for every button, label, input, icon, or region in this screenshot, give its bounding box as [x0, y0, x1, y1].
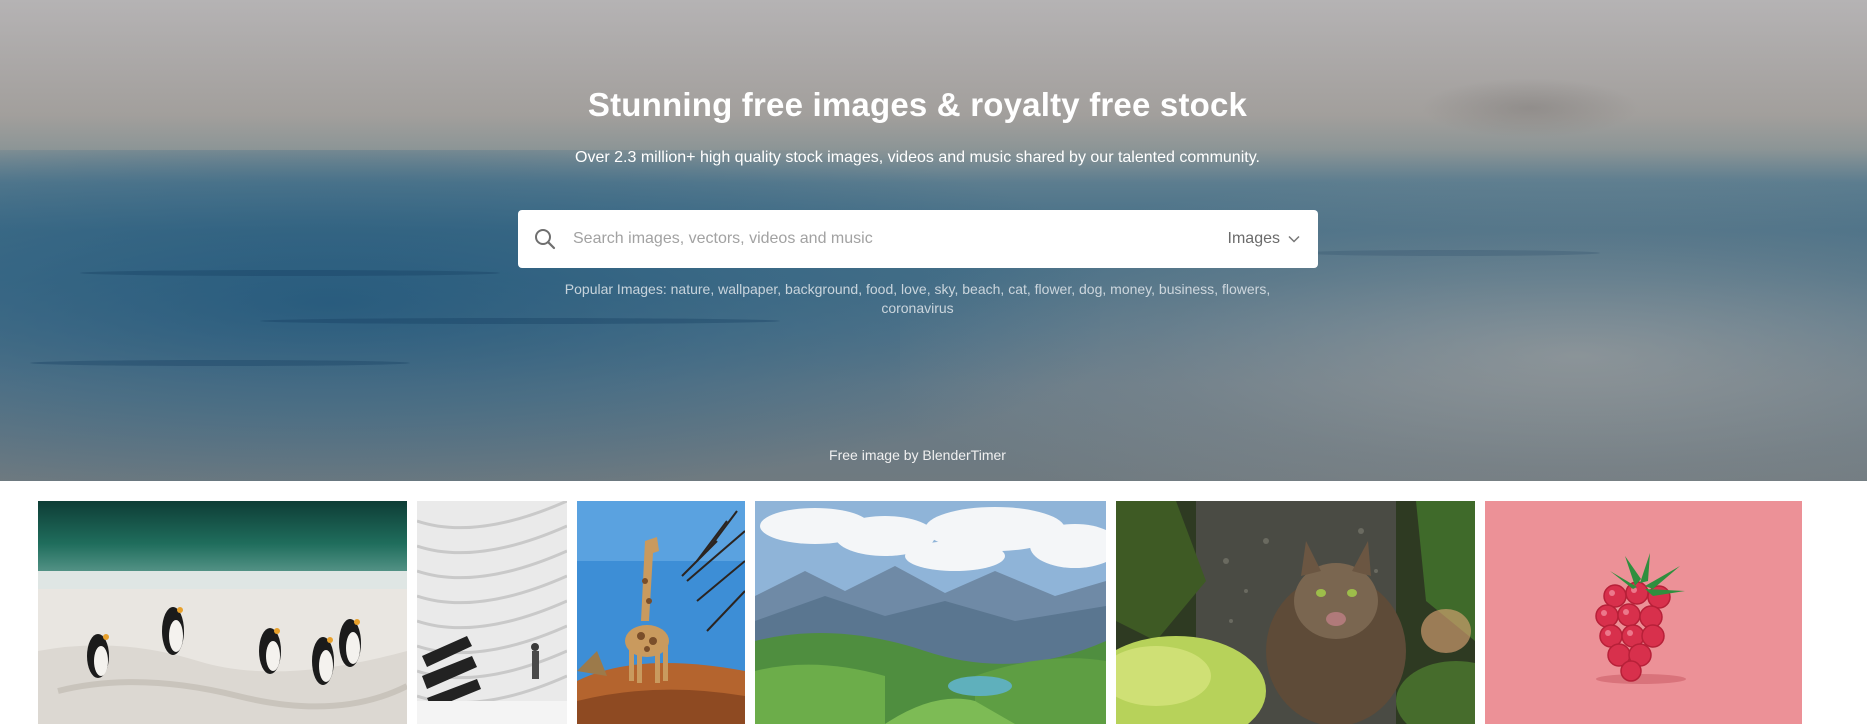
- popular-tag[interactable]: money: [1110, 281, 1151, 297]
- popular-tag[interactable]: love: [901, 281, 927, 297]
- gallery-image-raspberry[interactable]: [1485, 501, 1802, 724]
- popular-searches: Popular Images: nature, wallpaper, backg…: [564, 281, 1271, 316]
- popular-tag[interactable]: coronavirus: [881, 300, 953, 316]
- popular-tag[interactable]: cat: [1008, 281, 1027, 297]
- hero-banner: Stunning free images & royalty free stoc…: [0, 0, 1867, 481]
- popular-tag[interactable]: food: [866, 281, 893, 297]
- media-type-label: Images: [1227, 230, 1280, 247]
- hero-wave: [260, 318, 780, 324]
- popular-tag[interactable]: dog: [1079, 281, 1102, 297]
- image-gallery: [0, 501, 1867, 724]
- gallery-image-architecture[interactable]: [417, 501, 567, 724]
- gallery-image-cat[interactable]: [1116, 501, 1475, 724]
- popular-tag[interactable]: business: [1159, 281, 1214, 297]
- gallery-image-mountain-lake[interactable]: [755, 501, 1106, 724]
- search-icon[interactable]: [533, 227, 557, 251]
- popular-tag[interactable]: nature: [671, 281, 711, 297]
- hero-wave: [1300, 250, 1600, 256]
- hero-wave: [80, 270, 500, 276]
- search-input[interactable]: [571, 219, 1228, 259]
- popular-tag[interactable]: wallpaper: [718, 281, 777, 297]
- popular-tag[interactable]: beach: [962, 281, 1000, 297]
- gallery-image-giraffe[interactable]: [577, 501, 745, 724]
- popular-tag[interactable]: flower: [1035, 281, 1072, 297]
- page-title: Stunning free images & royalty free stoc…: [587, 86, 1248, 123]
- popular-label: Popular Images:: [564, 281, 667, 297]
- hero-wave: [30, 360, 410, 366]
- media-type-dropdown[interactable]: Images: [1228, 230, 1300, 248]
- chevron-down-icon: [1288, 235, 1300, 243]
- popular-tag[interactable]: sky: [935, 281, 955, 297]
- gallery-image-penguins[interactable]: [38, 501, 407, 724]
- search-bar: Images: [518, 210, 1318, 268]
- popular-tag[interactable]: flowers: [1222, 281, 1266, 297]
- popular-tag[interactable]: background: [785, 281, 858, 297]
- image-credit[interactable]: Free image by BlenderTimer: [0, 447, 1835, 463]
- page-subtitle: Over 2.3 million+ high quality stock ima…: [575, 149, 1260, 166]
